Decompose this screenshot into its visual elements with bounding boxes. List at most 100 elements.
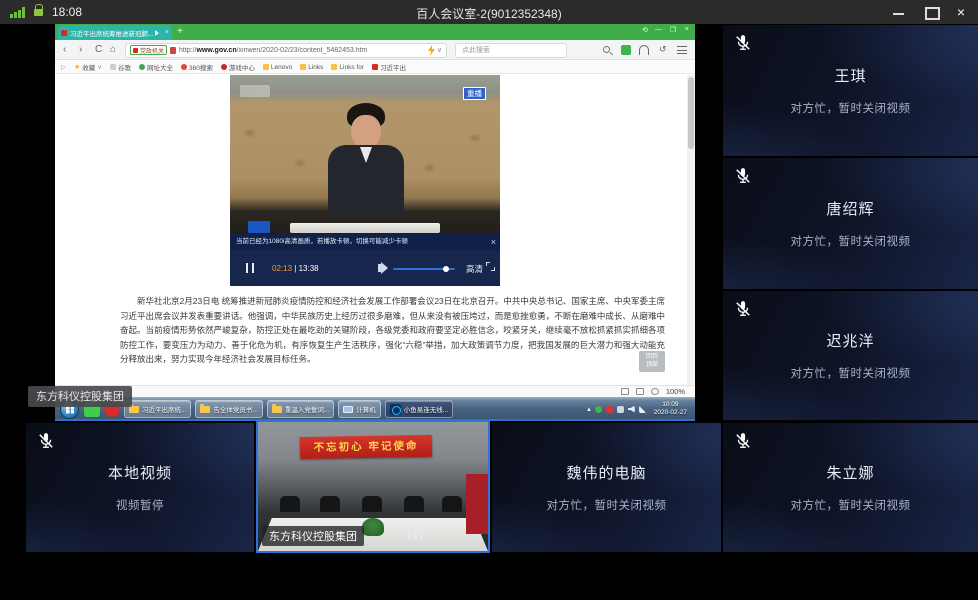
headset-icon[interactable]	[639, 45, 649, 55]
browser-restore-icon[interactable]: ⟲	[642, 26, 649, 34]
bookmarks-expand-icon[interactable]: ▷	[61, 63, 66, 71]
participant-tile[interactable]: 魏伟的电脑 对方忙，暂时关闭视频	[492, 423, 721, 552]
bookmark-360search[interactable]: 360搜索	[181, 62, 213, 72]
taskbar-window-1[interactable]: 习近平出席统...	[124, 400, 191, 418]
fullscreen-icon[interactable]	[486, 262, 495, 271]
article-paragraph: 新华社北京2月23日电 统筹推进新冠肺炎疫情防控和经济社会发展工作部署会议23日…	[120, 294, 665, 367]
participant-tile[interactable]: 王琪 对方忙，暂时关闭视频	[723, 25, 978, 156]
browser-toolbar: ‹ › C ⌂ 党政机关 http://www.gov.cn/xinwen/20…	[55, 40, 695, 60]
bookmark-gamecenter[interactable]: 游戏中心	[221, 62, 255, 72]
security-shield-icon[interactable]	[621, 45, 631, 55]
participant-status: 对方忙，暂时关闭视频	[791, 233, 911, 249]
browser-tab[interactable]: 习近平出席统筹推进新冠肺... ×	[58, 25, 172, 40]
chair	[280, 496, 300, 512]
water-bottle	[414, 532, 417, 540]
shared-screen-tile[interactable]: 习近平出席统筹推进新冠肺... × + ⟲ — ❐ × ‹ › C ⌂	[0, 24, 722, 421]
search-box[interactable]: 点此搜索	[455, 43, 567, 58]
bookmark-google[interactable]: 谷歌	[110, 62, 131, 72]
menu-icon[interactable]	[677, 46, 687, 54]
bookmark-lenovo[interactable]: Lenovo	[263, 64, 292, 71]
system-tray: ▴ 10:092020-02-27	[587, 401, 693, 417]
new-tab-button[interactable]: +	[177, 26, 183, 37]
participant-tile[interactable]: 迟兆洋 对方忙，暂时关闭视频	[723, 291, 978, 420]
quality-button[interactable]: 高清	[466, 263, 483, 275]
bookmark-sites[interactable]: 网址大全	[139, 62, 173, 72]
home-icon[interactable]: ⌂	[110, 43, 116, 56]
mic-muted-icon	[36, 431, 56, 451]
bookmark-favorites[interactable]: ★收藏∨	[74, 62, 102, 72]
tab-favicon-emblem-icon	[61, 30, 67, 36]
quality-notice: 当前已经为1080i高清画质，若播放卡顿，切换可能减少卡顿	[230, 234, 500, 250]
selected-video-tile[interactable]: 不忘初心 牢记使命 东方科仪控股集团	[256, 420, 490, 553]
water-bottle	[408, 532, 411, 540]
news-video-player[interactable]: 重播 当前已经为1080i高清画质，若播放卡顿，切换可能减少卡顿 × 02:13…	[230, 75, 500, 286]
tab-audio-icon	[155, 30, 162, 36]
water-bottle	[420, 532, 423, 540]
pause-icon[interactable]	[246, 263, 254, 273]
folder-icon	[272, 406, 282, 413]
local-video-tile[interactable]: 本地视频 视频暂停	[26, 423, 254, 552]
globe-icon	[139, 64, 145, 70]
participant-tile[interactable]: 朱立娜 对方忙，暂时关闭视频	[723, 423, 978, 552]
volume-slider[interactable]	[393, 268, 455, 270]
speaker-face	[351, 115, 381, 149]
taskbar-window-3[interactable]: 重温入党誓词...	[267, 400, 334, 418]
close-button[interactable]: ×	[946, 0, 976, 24]
maximize-button[interactable]	[916, 0, 946, 24]
participant-name-label: 东方科仪控股集团	[262, 526, 364, 546]
search-icon[interactable]	[603, 46, 610, 53]
undo-icon[interactable]: ↺	[659, 43, 667, 56]
participant-name: 朱立娜	[826, 462, 874, 483]
tray-volume-icon[interactable]	[628, 406, 635, 413]
scrollbar-thumb[interactable]	[688, 77, 694, 149]
notice-close-icon[interactable]: ×	[491, 234, 496, 250]
window-split-icon[interactable]	[636, 388, 644, 395]
taskbar-window-xylink[interactable]: 小鱼易连无线...	[385, 400, 453, 418]
bookmark-xijinping[interactable]: 习近平出	[372, 62, 406, 72]
tray-network-icon[interactable]	[639, 406, 646, 413]
participant-status: 对方忙，暂时关闭视频	[791, 100, 911, 116]
participant-status: 对方忙，暂时关闭视频	[547, 497, 667, 513]
gov-site-badge: 党政机关	[130, 45, 167, 55]
taskbar-window-computer[interactable]: 计算机	[338, 400, 381, 418]
refresh-icon[interactable]: C	[95, 43, 102, 56]
taskbar-window-2[interactable]: 告全体党员书...	[195, 400, 262, 418]
webpage-content: 重播 当前已经为1080i高清画质，若播放卡顿，切换可能减少卡顿 × 02:13…	[55, 75, 695, 385]
page-scrollbar[interactable]	[687, 75, 695, 385]
lightning-icon[interactable]	[428, 45, 435, 56]
bookmark-links-for[interactable]: Links for	[331, 64, 364, 71]
browser-close-icon[interactable]: ×	[685, 26, 690, 33]
bookmark-links[interactable]: Links	[300, 64, 323, 71]
tab-close-icon[interactable]: ×	[165, 29, 169, 36]
minimize-button[interactable]	[884, 0, 914, 24]
mute-page-icon[interactable]	[651, 388, 659, 395]
page-zoom-level[interactable]: 100%	[666, 387, 685, 396]
browser-maximize-icon[interactable]: ❐	[670, 26, 677, 34]
folder-icon	[200, 406, 210, 413]
window-title: 百人会议室-2(9012352348)	[0, 5, 978, 22]
browser-minimize-icon[interactable]: —	[655, 26, 663, 33]
chair	[442, 496, 462, 512]
tray-green-icon[interactable]	[595, 406, 602, 413]
volume-icon[interactable]	[378, 264, 383, 272]
channel-logo	[240, 85, 270, 97]
participant-status: 对方忙，暂时关闭视频	[791, 497, 911, 513]
xylink-icon	[390, 404, 401, 415]
address-bar[interactable]: 党政机关 http://www.gov.cn/xinwen/2020-02/23…	[125, 43, 447, 58]
urlbar-dropdown-icon[interactable]: ∨	[437, 46, 442, 54]
up-arrow-icon: ↑	[639, 338, 665, 350]
participant-tile[interactable]: 唐绍辉 对方忙，暂时关闭视频	[723, 158, 978, 289]
taskbar-clock[interactable]: 10:092020-02-27	[654, 401, 687, 417]
bookmarks-bar: ▷ ★收藏∨ 谷歌 网址大全 360搜索 游戏中心 Lenovo Links L…	[55, 61, 695, 74]
forward-icon[interactable]: ›	[79, 43, 82, 56]
back-to-top-button[interactable]: ↑ 回到顶部	[639, 338, 665, 382]
tray-red-icon[interactable]	[606, 406, 613, 413]
presenter-name-label: 东方科仪控股集团	[28, 386, 132, 407]
room-banner: 不忘初心 牢记使命	[300, 435, 432, 459]
red-wall-panel	[466, 474, 488, 534]
snapshot-icon[interactable]	[621, 388, 629, 395]
tray-expand-icon[interactable]: ▴	[587, 405, 591, 413]
participant-name: 迟兆洋	[826, 330, 874, 351]
back-icon[interactable]: ‹	[63, 43, 66, 56]
tray-display-icon[interactable]	[617, 406, 624, 413]
